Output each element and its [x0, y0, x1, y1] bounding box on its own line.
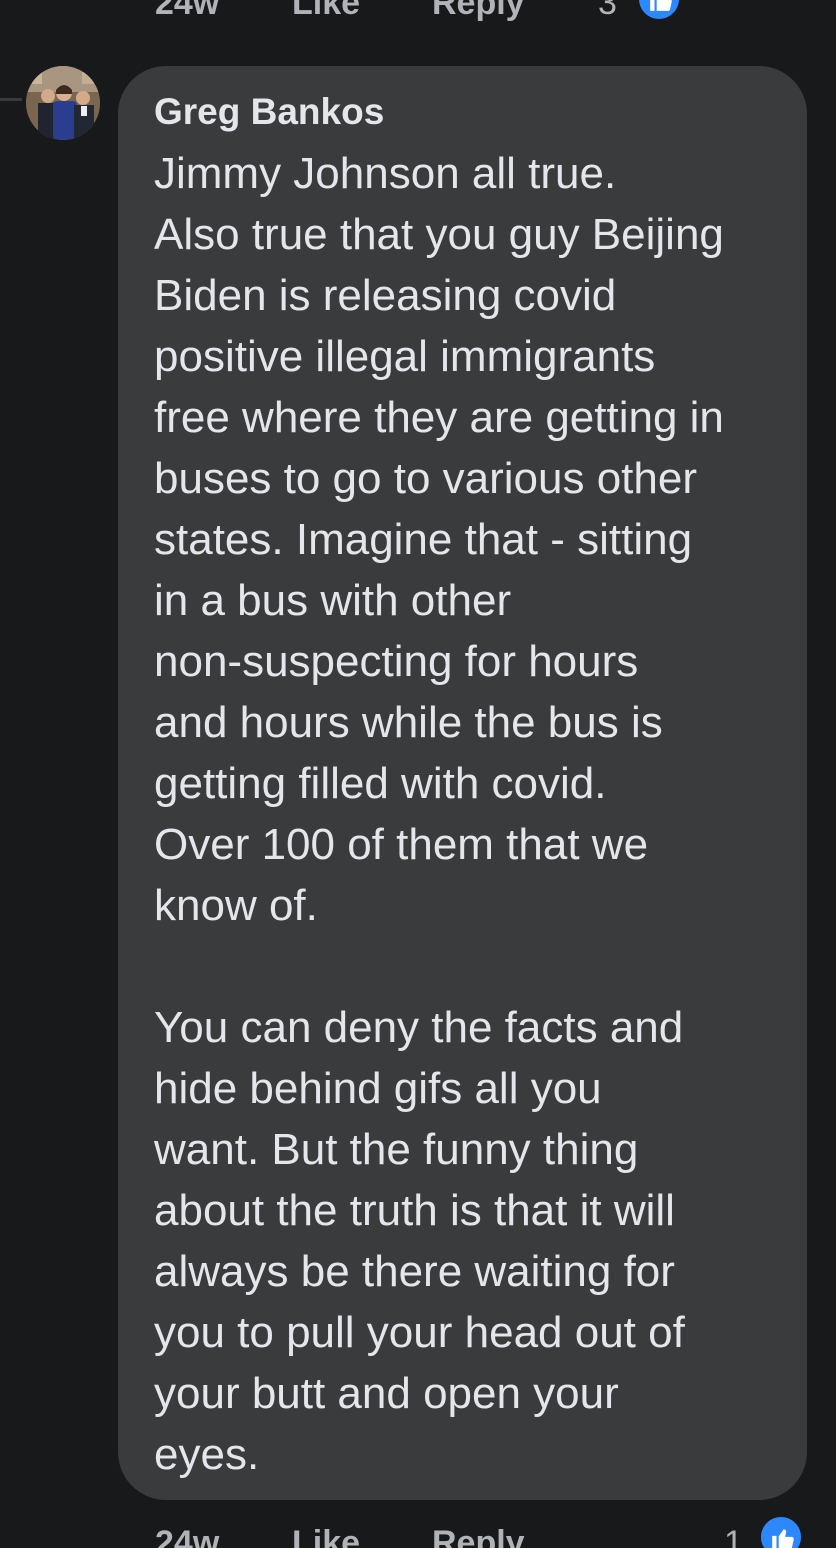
like-button[interactable]: Like — [292, 1518, 360, 1548]
comment-timestamp[interactable]: 24w — [155, 0, 219, 28]
comment-text-line: free where they are getting in — [154, 393, 724, 442]
comment-text-line: getting filled with covid. — [154, 759, 607, 808]
comment-text-line: want. But the funny thing — [154, 1125, 639, 1174]
comment-text-line: buses to go to various other — [154, 454, 697, 503]
avatar[interactable] — [26, 66, 100, 140]
comment-text-line: and hours while the bus is — [154, 698, 663, 747]
previous-comment-actions: 24w Like Reply 3 — [0, 0, 836, 28]
comment-text-line: hide behind gifs all you — [154, 1064, 602, 1113]
comment-text-line: always be there waiting for — [154, 1247, 675, 1296]
comment-actions: 24w Like Reply 1 — [0, 1514, 836, 1548]
comment-text-line — [154, 936, 794, 997]
comment-author-name[interactable]: Greg Bankos — [154, 90, 384, 134]
comment-timestamp[interactable]: 24w — [155, 1518, 219, 1548]
comment-text-line: you to pull your head out of — [154, 1308, 685, 1357]
comment-text-line: non-suspecting for hours — [154, 637, 639, 686]
comment-text-line: states. Imagine that - sitting — [154, 515, 693, 564]
reply-button[interactable]: Reply — [432, 0, 525, 28]
reaction-count[interactable]: 3 — [598, 0, 617, 28]
comment-text-line: Over 100 of them that we — [154, 820, 649, 869]
reaction-count[interactable]: 1 — [724, 1518, 743, 1548]
like-button[interactable]: Like — [292, 0, 360, 28]
thread-connector-line — [0, 98, 22, 101]
comment-text: Jimmy Johnson all true. Also true that yo… — [154, 143, 794, 1485]
comment-text-line: eyes. — [154, 1430, 260, 1479]
comment-text-line: Also true that you guy Beijing — [154, 210, 724, 259]
thumbs-up-icon[interactable] — [636, 0, 682, 22]
comment-text-line: your butt and open your — [154, 1369, 619, 1418]
comment-text-line: positive illegal immigrants — [154, 332, 656, 381]
comment-text-line: You can deny the facts and — [154, 1003, 684, 1052]
comment-text-line: in a bus with other — [154, 576, 512, 625]
comment-text-line: Biden is releasing covid — [154, 271, 617, 320]
comment-text-line: Jimmy Johnson all true. — [154, 149, 617, 198]
thumbs-up-icon[interactable] — [758, 1514, 804, 1548]
comment-text-line: about the truth is that it will — [154, 1186, 675, 1235]
reply-button[interactable]: Reply — [432, 1518, 525, 1548]
comment-text-line: know of. — [154, 881, 318, 930]
